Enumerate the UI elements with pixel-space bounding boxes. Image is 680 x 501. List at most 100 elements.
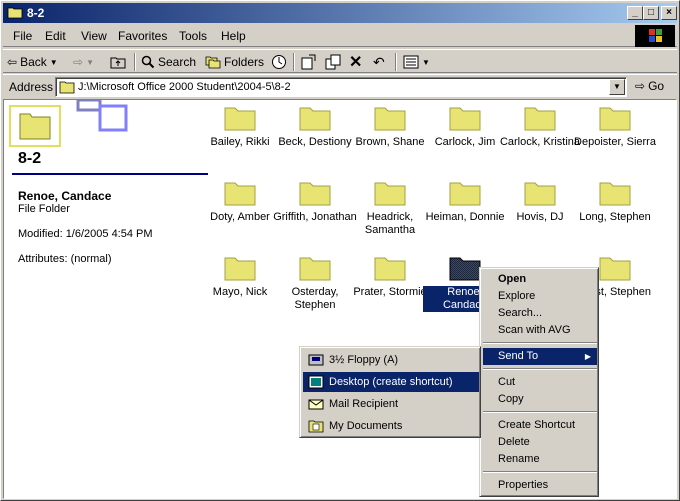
folder-item[interactable]: Prater, Stormie — [348, 254, 432, 299]
folder-item[interactable]: Carlock, Kristina — [498, 104, 582, 149]
menu-help[interactable]: Help — [221, 29, 246, 43]
folder-icon — [524, 107, 556, 131]
folder-icon — [224, 107, 256, 131]
send-to-my-documents[interactable]: My Documents — [303, 416, 479, 436]
folder-label: Beck, Destiony — [278, 136, 352, 148]
menu-view[interactable]: View — [81, 29, 107, 43]
menu-item-properties[interactable]: Properties — [483, 477, 597, 494]
menu-item-scan-avg[interactable]: Scan with AVG — [483, 322, 597, 339]
send-to-floppy[interactable]: 3½ Floppy (A) — [303, 350, 479, 370]
folder-item[interactable]: Bailey, Rikki — [198, 104, 282, 149]
folder-label: Bailey, Rikki — [210, 136, 270, 148]
folder-icon — [299, 182, 331, 206]
mail-icon — [308, 399, 324, 410]
move-to-icon — [301, 54, 316, 70]
folder-label: Osterday, Stephen — [291, 286, 339, 311]
minimize-button[interactable]: _ — [627, 6, 643, 20]
folder-label: Doty, Amber — [210, 211, 270, 223]
history-button[interactable] — [271, 53, 287, 71]
context-menu: Open Explore Search... Scan with AVG Sen… — [479, 267, 599, 497]
folder-label: Carlock, Kristina — [499, 136, 581, 148]
forward-arrow-icon: ⇨ — [73, 55, 84, 69]
my-documents-label: My Documents — [329, 420, 403, 432]
folder-item[interactable]: Depoister, Sierra — [573, 104, 657, 149]
desktop-icon — [308, 375, 324, 389]
folder-item[interactable]: Osterday, Stephen — [273, 254, 357, 312]
copy-to-button[interactable] — [325, 53, 341, 71]
folder-item[interactable]: Carlock, Jim — [423, 104, 507, 149]
history-icon — [272, 55, 286, 69]
menu-item-explore[interactable]: Explore — [483, 288, 597, 305]
folder-label: Heiman, Donnie — [425, 211, 505, 223]
folder-item[interactable]: Griffith, Jonathan — [273, 179, 357, 224]
menu-file[interactable]: File — [13, 29, 32, 43]
menu-item-rename[interactable]: Rename — [483, 451, 597, 468]
menu-item-create-shortcut[interactable]: Create Shortcut — [483, 417, 597, 434]
folder-item[interactable]: Heiman, Donnie — [423, 179, 507, 224]
folder-item[interactable]: Brown, Shane — [348, 104, 432, 149]
menu-tools[interactable]: Tools — [179, 29, 207, 43]
copy-to-icon — [325, 54, 341, 70]
back-button[interactable]: ⇦ Back ▼ — [7, 53, 58, 71]
forward-button[interactable]: ⇨ ▼ — [73, 53, 94, 71]
folder-icon — [374, 107, 406, 131]
mail-label: Mail Recipient — [329, 398, 399, 410]
menu-item-search[interactable]: Search... — [483, 305, 597, 322]
floppy-label: 3½ Floppy (A) — [329, 354, 399, 366]
send-to-desktop[interactable]: Desktop (create shortcut) — [303, 372, 479, 392]
go-label: Go — [648, 79, 665, 93]
menu-item-copy[interactable]: Copy — [483, 391, 597, 408]
undo-button[interactable]: ↶ — [373, 53, 385, 71]
move-to-button[interactable] — [301, 53, 317, 71]
toolbar-separator — [293, 53, 295, 71]
folders-label: Folders — [224, 55, 265, 69]
chevron-down-icon: ▼ — [86, 57, 94, 67]
menu-edit[interactable]: Edit — [45, 29, 66, 43]
menu-favorites[interactable]: Favorites — [118, 29, 167, 43]
folder-item[interactable]: Beck, Destiony — [273, 104, 357, 149]
back-label: Back — [20, 55, 47, 69]
folder-icon — [59, 81, 75, 94]
folder-icon — [449, 107, 481, 131]
address-field[interactable]: J:\Microsoft Office 2000 Student\2004-5\… — [55, 77, 627, 97]
folder-item[interactable]: Doty, Amber — [198, 179, 282, 224]
maximize-button[interactable]: □ — [643, 6, 659, 20]
up-folder-icon — [110, 57, 126, 69]
close-button[interactable]: × — [661, 6, 677, 20]
folder-item[interactable]: Mayo, Nick — [198, 254, 282, 299]
go-button[interactable]: ⇨ Go — [635, 79, 664, 93]
folder-label: Brown, Shane — [355, 136, 425, 148]
folder-label: Mayo, Nick — [212, 286, 268, 298]
folder-label: Hovis, DJ — [516, 211, 564, 223]
up-folder-button[interactable] — [110, 53, 126, 71]
folder-item[interactable]: Hovis, DJ — [498, 179, 582, 224]
folder-icon — [374, 182, 406, 206]
folder-label: Carlock, Jim — [434, 136, 496, 148]
folder-icon — [449, 257, 481, 281]
folder-item[interactable]: Long, Stephen — [573, 179, 657, 224]
address-bar: Address J:\Microsoft Office 2000 Student… — [3, 74, 677, 98]
folders-button[interactable]: Folders — [205, 53, 264, 71]
send-to-mail[interactable]: Mail Recipient — [303, 394, 479, 414]
explorer-window: 8-2 _ □ × File Edit View Favorites Tools… — [0, 0, 680, 501]
folders-icon — [205, 56, 221, 69]
search-button[interactable]: Search — [141, 53, 196, 71]
desktop-label: Desktop (create shortcut) — [329, 376, 453, 388]
views-button[interactable]: ▼ — [403, 53, 430, 71]
folder-label: Prater, Stormie — [353, 286, 427, 298]
floppy-icon — [308, 354, 324, 366]
submenu-arrow-icon: ▶ — [584, 352, 591, 361]
menu-item-cut[interactable]: Cut — [483, 374, 597, 391]
selected-item-name: Renoe, Candace — [18, 189, 112, 203]
menu-item-send-to[interactable]: Send To ▶ — [483, 348, 597, 365]
folder-banner-icon — [9, 100, 128, 147]
toolbar-separator — [395, 53, 397, 71]
menu-bar: File Edit View Favorites Tools Help — [3, 25, 677, 47]
menu-item-open[interactable]: Open — [483, 271, 597, 288]
views-icon — [403, 55, 419, 69]
address-dropdown-button[interactable]: ▼ — [609, 79, 625, 95]
folder-item[interactable]: Headrick, Samantha — [348, 179, 432, 237]
title-bar[interactable]: 8-2 _ □ × — [3, 3, 677, 23]
menu-item-delete[interactable]: Delete — [483, 434, 597, 451]
delete-button[interactable]: ✕ — [349, 53, 362, 71]
